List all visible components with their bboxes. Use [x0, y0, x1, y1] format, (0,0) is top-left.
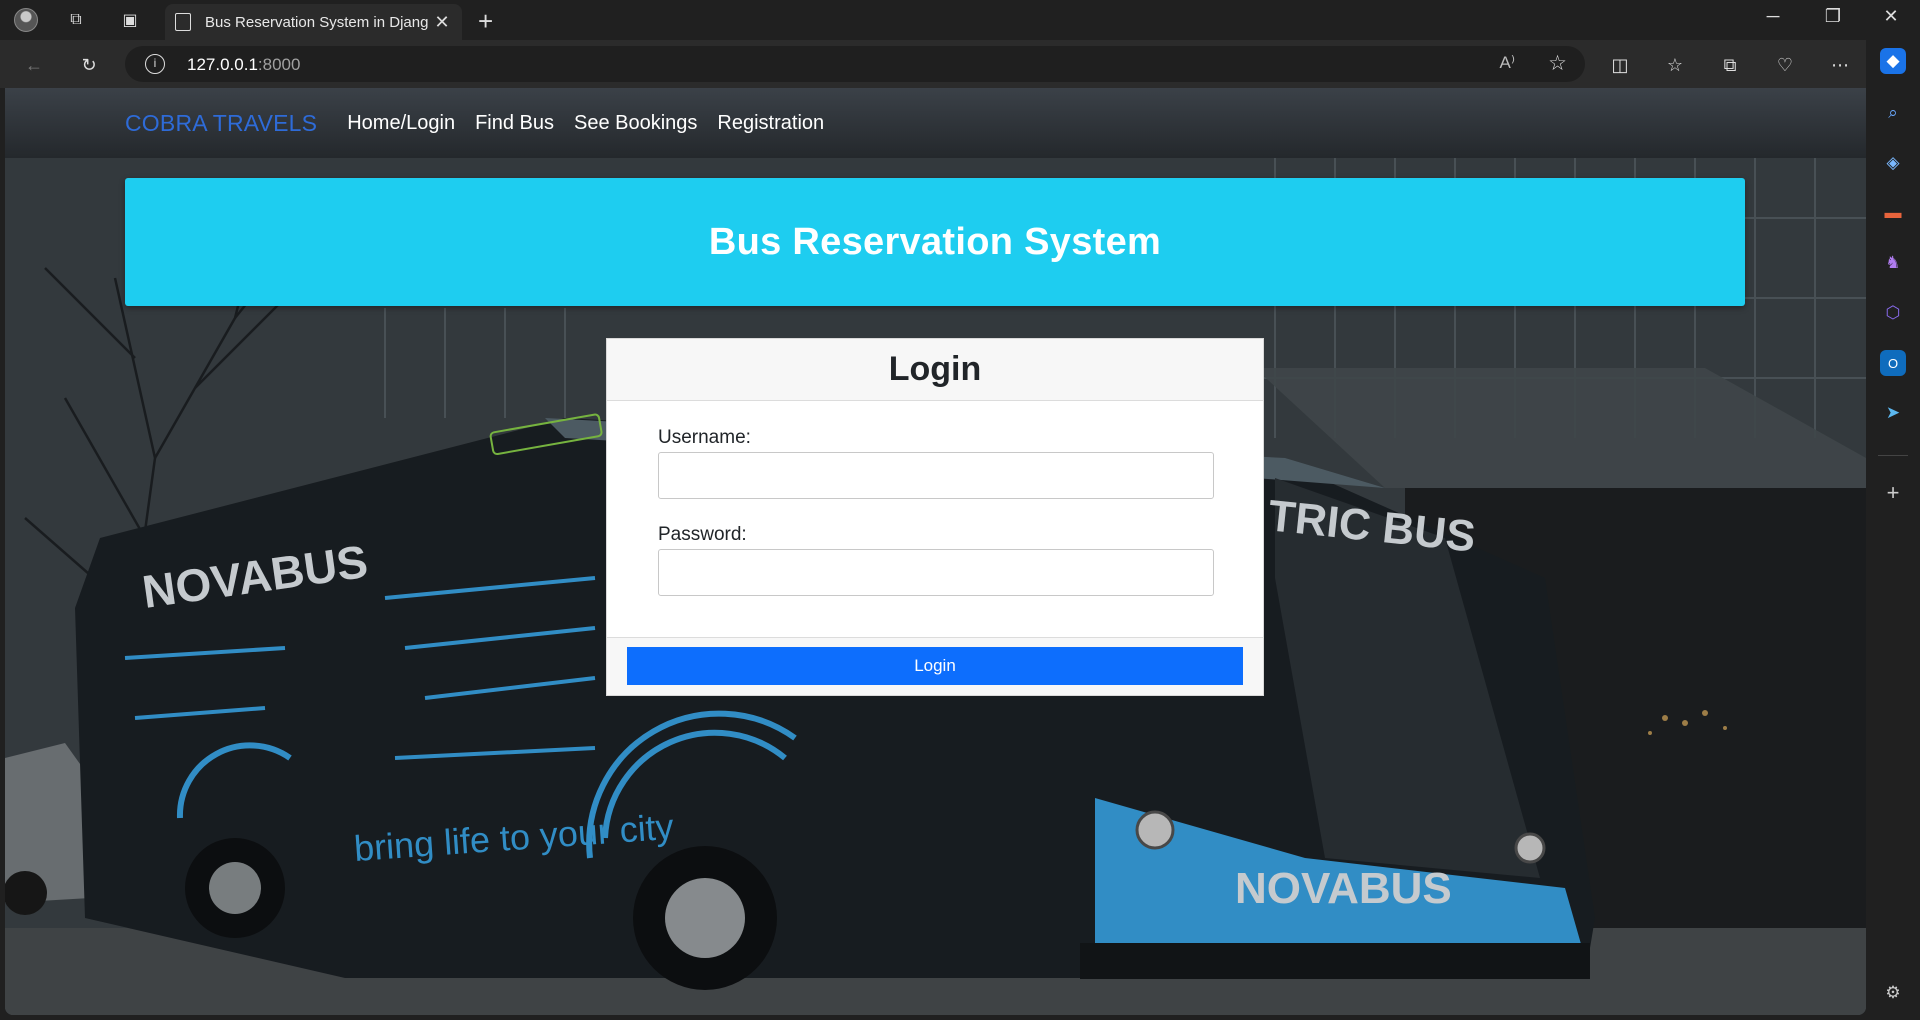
nav-home-login[interactable]: Home/Login	[347, 112, 455, 135]
page-viewport: COBRA TRAVELS Home/Login Find Bus See Bo…	[5, 88, 1866, 1015]
nav-find-bus[interactable]: Find Bus	[475, 112, 554, 135]
refresh-icon[interactable]: ↻	[75, 51, 103, 79]
login-card-footer: Login	[607, 637, 1263, 695]
browser-tab[interactable]: Bus Reservation System in Djang ✕	[165, 4, 462, 40]
shopping-icon[interactable]: ◈	[1880, 150, 1906, 176]
password-input[interactable]	[658, 549, 1214, 596]
page-banner: Bus Reservation System	[125, 178, 1745, 306]
copilot-icon[interactable]: ◆	[1880, 48, 1906, 74]
profile-avatar[interactable]	[14, 8, 38, 32]
login-card-header: Login	[607, 339, 1263, 401]
login-card: Login Username: Password: Login	[606, 338, 1264, 696]
workspaces-icon[interactable]: ⧉	[64, 8, 88, 32]
close-tab-icon[interactable]: ✕	[432, 12, 452, 33]
restore-icon[interactable]: ❐	[1818, 6, 1848, 27]
microsoft-365-icon[interactable]: ⬡	[1880, 300, 1906, 326]
minimize-icon[interactable]: ─	[1758, 6, 1788, 27]
hero-background: TRIC BUS NOVABUS NOVABUS bring life to y…	[5, 158, 1866, 1015]
nav-see-bookings[interactable]: See Bookings	[574, 112, 697, 135]
sidebar-divider	[1878, 455, 1908, 456]
collections-icon[interactable]: ⧉	[1716, 51, 1744, 79]
games-icon[interactable]: ♞	[1880, 250, 1906, 276]
page-icon	[175, 13, 191, 31]
tab-title: Bus Reservation System in Djang	[205, 13, 429, 31]
username-label: Username:	[658, 427, 751, 448]
read-aloud-icon[interactable]: A⁾	[1499, 53, 1515, 73]
browser-essentials-icon[interactable]: ♡	[1771, 51, 1799, 79]
username-input[interactable]	[658, 452, 1214, 499]
address-bar[interactable]: i 127.0.0.1:8000 A⁾ ☆	[125, 46, 1585, 82]
site-info-icon[interactable]: i	[145, 54, 165, 74]
login-title: Login	[888, 350, 982, 388]
url-text: 127.0.0.1:8000	[187, 55, 301, 74]
login-button[interactable]: Login	[627, 647, 1243, 685]
split-screen-icon[interactable]: ◫	[1606, 51, 1634, 79]
send-icon[interactable]: ➤	[1880, 400, 1906, 426]
nav-registration[interactable]: Registration	[717, 112, 824, 135]
site-navbar: COBRA TRAVELS Home/Login Find Bus See Bo…	[5, 88, 1866, 158]
settings-icon[interactable]: ⚙	[1880, 980, 1906, 1006]
browser-sidebar: ◆ ⌕ ◈ ▬ ♞ ⬡ O ➤ + ⚙	[1866, 40, 1920, 1020]
add-sidebar-app-icon[interactable]: +	[1880, 480, 1906, 506]
browser-titlebar: ⧉ ▣ Bus Reservation System in Djang ✕ + …	[0, 0, 1920, 40]
favorite-star-icon[interactable]: ☆	[1548, 51, 1567, 76]
tab-actions-icon[interactable]: ▣	[118, 8, 142, 32]
browser-toolbar: ← ↻ i 127.0.0.1:8000 A⁾ ☆ ◫ ☆ ⧉ ♡ ⋯	[0, 40, 1920, 88]
back-icon[interactable]: ←	[20, 51, 48, 79]
more-menu-icon[interactable]: ⋯	[1826, 51, 1854, 79]
new-tab-icon[interactable]: +	[478, 6, 493, 37]
brand-link[interactable]: COBRA TRAVELS	[125, 110, 317, 137]
outlook-icon[interactable]: O	[1880, 350, 1906, 376]
tools-icon[interactable]: ▬	[1880, 200, 1906, 226]
password-label: Password:	[658, 524, 747, 545]
search-icon[interactable]: ⌕	[1880, 100, 1906, 126]
close-window-icon[interactable]: ✕	[1876, 6, 1906, 27]
favorites-icon[interactable]: ☆	[1661, 51, 1689, 79]
banner-title: Bus Reservation System	[708, 220, 1162, 263]
